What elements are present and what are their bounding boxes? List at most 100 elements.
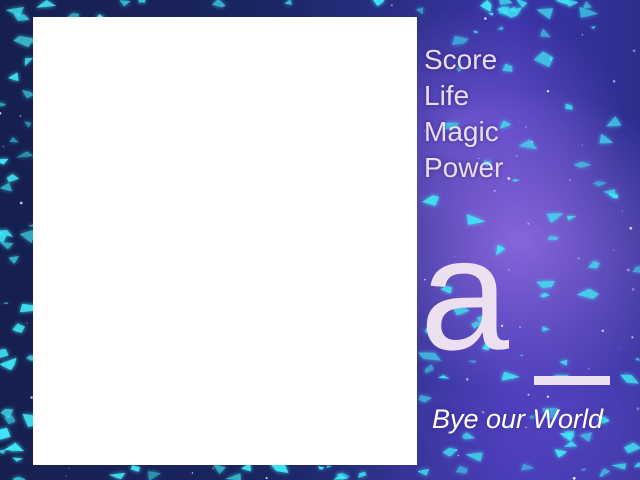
crystal-shard xyxy=(533,51,554,68)
star xyxy=(612,80,616,83)
crystal-shard xyxy=(15,151,34,158)
crystal-shard xyxy=(465,452,483,462)
crystal-shard xyxy=(580,468,586,471)
star xyxy=(26,322,28,324)
crystal-shard xyxy=(0,182,13,192)
star xyxy=(0,111,2,115)
crystal-shard xyxy=(634,358,640,362)
crystal-shard xyxy=(13,14,30,21)
star xyxy=(636,407,640,411)
crystal-shard xyxy=(4,415,16,425)
crystal-shard xyxy=(566,0,579,7)
crystal-shard xyxy=(566,215,577,221)
crystal-shard xyxy=(554,449,568,458)
crystal-shard xyxy=(8,256,19,264)
star xyxy=(581,33,584,36)
star xyxy=(527,222,530,225)
crystal-shard xyxy=(24,58,34,67)
crystal-shard xyxy=(12,323,25,333)
star xyxy=(19,115,22,117)
star xyxy=(191,472,194,474)
game-tagline: Bye our World xyxy=(432,404,604,434)
star xyxy=(212,467,214,470)
crystal-shard xyxy=(610,463,627,470)
star xyxy=(631,287,635,291)
crystal-shard xyxy=(536,8,554,20)
star xyxy=(546,89,550,93)
crystal-shard xyxy=(633,462,640,468)
star xyxy=(629,226,633,230)
star xyxy=(65,475,67,477)
crystal-shard xyxy=(373,0,385,7)
crystal-shard xyxy=(36,0,56,8)
power-label: Power xyxy=(424,152,504,183)
crystal-shard xyxy=(632,266,640,273)
crystal-shard xyxy=(512,179,520,182)
crystal-shard xyxy=(148,471,161,480)
crystal-shard xyxy=(0,158,9,165)
crystal-shard xyxy=(455,465,468,474)
star xyxy=(517,121,519,123)
star xyxy=(457,454,460,457)
crystal-shard xyxy=(130,465,140,472)
crystal-shard xyxy=(565,103,573,110)
crystal-shard xyxy=(480,0,492,12)
crystal-shard xyxy=(284,0,292,5)
crystal-shard xyxy=(24,121,32,128)
crystal-shard xyxy=(12,457,24,462)
crystal-shard xyxy=(0,242,14,250)
crystal-shard xyxy=(502,63,513,72)
star xyxy=(632,49,636,53)
star xyxy=(493,189,496,192)
crystal-shard xyxy=(2,302,8,304)
playfield xyxy=(33,17,417,465)
crystal-shard xyxy=(518,139,538,150)
star xyxy=(484,17,487,20)
star xyxy=(138,2,140,4)
crystal-shard xyxy=(540,28,551,38)
star xyxy=(621,210,624,213)
crystal-shard xyxy=(563,441,578,447)
star xyxy=(581,144,583,146)
crystal-shard xyxy=(9,137,19,143)
crystal-shard xyxy=(606,116,622,127)
crystal-shard xyxy=(592,181,608,187)
crystal-shard xyxy=(6,174,19,183)
star xyxy=(19,201,23,205)
crystal-shard xyxy=(520,463,535,471)
crystal-shard xyxy=(583,1,592,9)
crystal-shard xyxy=(225,473,241,480)
crystal-shard xyxy=(0,357,17,371)
star xyxy=(525,126,527,128)
star xyxy=(572,476,576,480)
star xyxy=(507,177,511,180)
crystal-shard xyxy=(0,102,7,107)
crystal-shard xyxy=(442,447,458,457)
hud-panel: Score Life Magic Power xyxy=(424,42,503,186)
magic-label: Magic xyxy=(424,116,499,147)
crystal-shard xyxy=(488,12,494,16)
crystal-shard xyxy=(119,0,131,7)
star xyxy=(390,4,393,7)
crystal-shard xyxy=(573,161,592,168)
crystal-shard xyxy=(497,26,504,30)
crystal-shard xyxy=(579,6,599,18)
star xyxy=(2,145,5,148)
crystal-shard xyxy=(415,7,424,15)
crystal-shard xyxy=(0,427,11,440)
crystal-shard xyxy=(212,464,226,474)
game-logo: a xyxy=(418,214,628,398)
crystal-shard xyxy=(358,471,367,478)
score-label: Score xyxy=(424,44,498,75)
star xyxy=(515,154,518,157)
crystal-shard xyxy=(13,36,35,48)
crystal-shard xyxy=(138,0,146,3)
crystal-shard xyxy=(4,443,25,452)
crystal-shard xyxy=(212,0,226,8)
crystal-shard xyxy=(0,449,7,454)
crystal-shard xyxy=(417,468,430,476)
crystal-shard xyxy=(599,473,604,477)
logo-underscore xyxy=(534,376,610,385)
crystal-shard xyxy=(0,348,9,358)
crystal-shard xyxy=(590,26,596,30)
